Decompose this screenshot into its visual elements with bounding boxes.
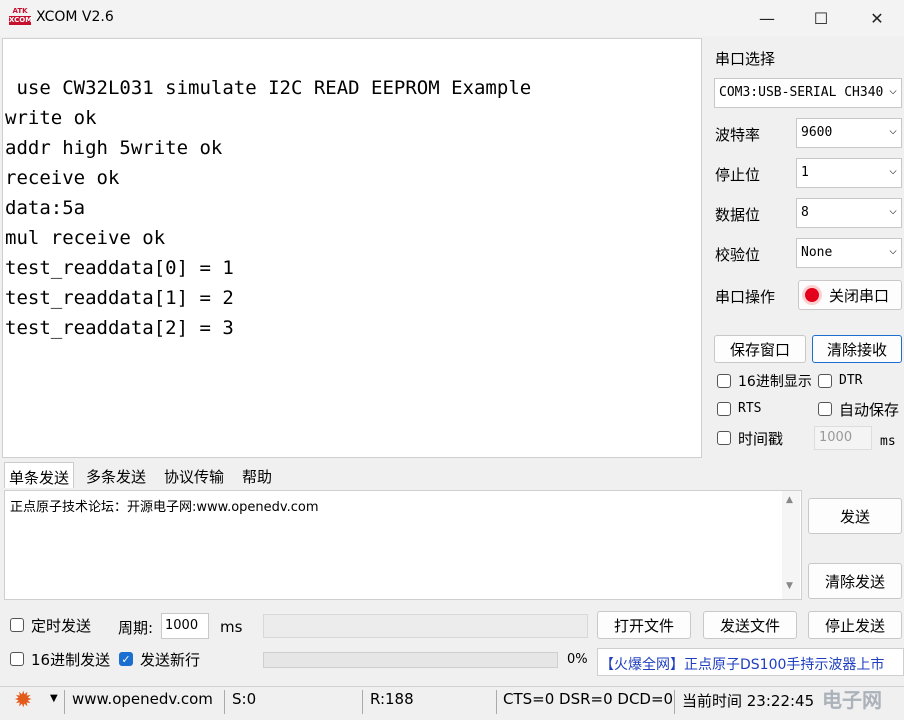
port-op-label: 串口操作 (715, 288, 776, 306)
hex-send-checkbox[interactable] (10, 652, 24, 666)
rts-checkbox[interactable] (717, 402, 731, 416)
status-separator (64, 690, 65, 714)
open-file-button[interactable]: 打开文件 (597, 611, 691, 639)
timed-send-checkbox[interactable] (10, 618, 24, 632)
status-received-count: R:188 (370, 690, 414, 708)
scroll-down-icon[interactable]: ▼ (786, 581, 793, 591)
parity-combo[interactable]: None ⌵ (796, 238, 902, 268)
timestamp-label: 时间戳 (738, 430, 784, 448)
send-progress-bar (263, 652, 558, 668)
timestamp-unit: ms (880, 434, 896, 449)
clear-send-button[interactable]: 清除发送 (808, 563, 902, 599)
period-input[interactable]: 1000 (161, 613, 209, 639)
status-signals: CTS=0 DSR=0 DCD=0 (503, 690, 674, 708)
maximize-button[interactable]: ☐ (794, 0, 848, 36)
baud-combo[interactable]: 9600 ⌵ (796, 118, 902, 148)
databit-combo[interactable]: 8 ⌵ (796, 198, 902, 228)
parity-value: None (801, 245, 833, 260)
tab-protocol[interactable]: 协议传输 (160, 462, 228, 488)
close-port-button[interactable]: 关闭串口 (798, 280, 902, 310)
send-newline-label: 发送新行 (140, 651, 201, 669)
receive-line: mul receive ok (5, 227, 166, 249)
chevron-down-icon: ⌵ (889, 123, 897, 138)
window-title: XCOM V2.6 (36, 9, 114, 25)
timestamp-interval-input[interactable]: 1000 (814, 426, 872, 450)
hex-display-label: 16进制显示 (738, 374, 812, 390)
databit-label: 数据位 (715, 206, 761, 224)
receive-line: test_readdata[1] = 2 (5, 287, 234, 309)
stop-send-button[interactable]: 停止发送 (808, 611, 902, 639)
baud-label: 波特率 (715, 126, 761, 144)
receive-line: test_readdata[0] = 1 (5, 257, 234, 279)
status-separator (224, 690, 225, 714)
chevron-down-icon: ⌵ (889, 243, 897, 258)
chevron-down-icon: ⌵ (889, 163, 897, 178)
tab-single-send[interactable]: 单条发送 (4, 462, 75, 488)
timed-send-label: 定时发送 (31, 617, 92, 635)
check-icon: ✓ (121, 652, 131, 666)
stopbit-value: 1 (801, 165, 809, 180)
scroll-up-icon[interactable]: ▲ (786, 495, 793, 505)
app-logo-icon: ATK XCOM (9, 7, 33, 25)
dtr-checkbox[interactable] (818, 374, 832, 388)
receive-line: use CW32L031 simulate I2C READ EEPROM Ex… (5, 77, 532, 99)
progress-percent: 0% (567, 652, 588, 667)
stopbit-label: 停止位 (715, 166, 761, 184)
port-value: COM3:USB-SERIAL CH340 (719, 85, 884, 100)
status-url-link[interactable]: www.openedv.com (72, 690, 213, 708)
baud-value: 9600 (801, 125, 833, 140)
port-select-label: 串口选择 (715, 50, 776, 68)
tab-help[interactable]: 帮助 (238, 462, 276, 488)
receive-line: addr high 5write ok (5, 137, 223, 159)
status-separator (674, 690, 675, 714)
receive-line: receive ok (5, 167, 120, 189)
minimize-icon: — (759, 8, 775, 28)
period-label: 周期: (118, 619, 154, 637)
send-newline-checkbox[interactable]: ✓ (119, 652, 133, 666)
receive-line: write ok (5, 107, 97, 129)
stopbit-combo[interactable]: 1 ⌵ (796, 158, 902, 188)
receive-line: test_readdata[2] = 3 (5, 317, 234, 339)
file-path-field[interactable] (263, 614, 588, 638)
chevron-down-icon[interactable]: ▼ (50, 693, 58, 704)
maximize-icon: ☐ (813, 8, 829, 28)
save-window-button[interactable]: 保存窗口 (714, 335, 806, 363)
send-scrollbar[interactable]: ▲ ▼ (782, 491, 800, 599)
minimize-button[interactable]: — (740, 0, 794, 36)
chevron-down-icon: ⌵ (889, 83, 897, 98)
gear-icon[interactable]: ✹ (14, 688, 32, 713)
tab-multi-send[interactable]: 多条发送 (82, 462, 150, 488)
watermark-logo: 电子网 (822, 688, 882, 712)
dtr-label: DTR (839, 373, 863, 388)
clear-receive-button[interactable]: 清除接收 (812, 335, 902, 363)
auto-save-label: 自动保存 (839, 401, 900, 419)
parity-label: 校验位 (715, 246, 761, 264)
databit-value: 8 (801, 205, 809, 220)
hex-display-checkbox[interactable] (717, 374, 731, 388)
status-separator (362, 690, 363, 714)
auto-save-checkbox[interactable] (818, 402, 832, 416)
send-text: 正点原子技术论坛：开源电子网:www.openedv.com (10, 500, 319, 515)
period-unit: ms (220, 618, 243, 636)
rts-label: RTS (738, 401, 762, 416)
chevron-down-icon: ⌵ (889, 203, 897, 218)
timestamp-checkbox[interactable] (717, 431, 731, 445)
status-time: 当前时间 23:22:45 (682, 692, 815, 710)
close-button[interactable]: ✕ (850, 0, 904, 36)
port-combo[interactable]: COM3:USB-SERIAL CH340 ⌵ (714, 78, 902, 108)
send-file-button[interactable]: 发送文件 (703, 611, 797, 639)
status-sent-count: S:0 (232, 690, 257, 708)
hex-send-label: 16进制发送 (31, 651, 111, 669)
status-led-icon (805, 288, 819, 302)
send-button[interactable]: 发送 (808, 498, 902, 534)
receive-area[interactable]: use CW32L031 simulate I2C READ EEPROM Ex… (2, 38, 702, 458)
close-icon: ✕ (870, 8, 884, 28)
close-port-label: 关闭串口 (829, 286, 890, 305)
status-separator (496, 690, 497, 714)
ad-banner-link[interactable]: 【火爆全网】正点原子DS100手持示波器上市 (597, 648, 904, 676)
receive-line: data:5a (5, 197, 86, 219)
title-bar: ATK XCOM XCOM V2.6 — ☐ ✕ (0, 0, 904, 36)
